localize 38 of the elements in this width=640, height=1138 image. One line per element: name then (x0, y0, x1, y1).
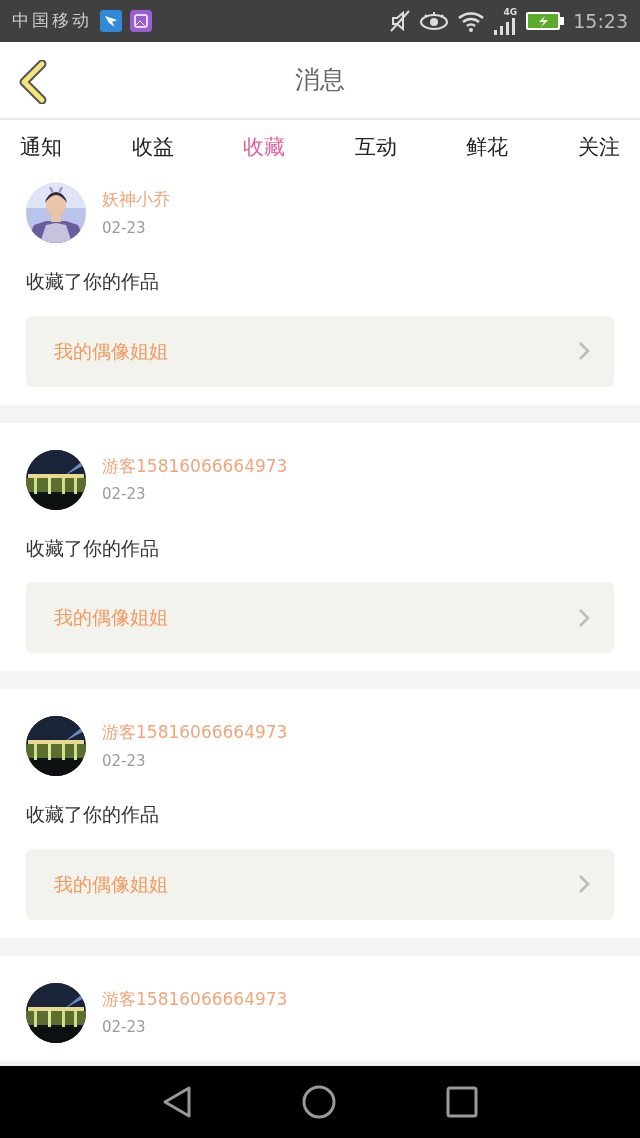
clock-time: 15:23 (573, 8, 628, 34)
battery-icon (525, 11, 566, 31)
mute-icon (389, 9, 412, 33)
tab[interactable]: 通知 (8, 124, 74, 174)
tab[interactable]: 收益 (119, 124, 186, 174)
tab[interactable]: 互动 (342, 124, 409, 174)
back-icon[interactable] (162, 1085, 192, 1119)
carrier-name: 中国移动 (12, 9, 92, 33)
work-link[interactable]: 我的偶像姐姐 (26, 315, 614, 387)
page-title: 消息 (295, 64, 345, 97)
user-name[interactable]: 游客15816066664973 (102, 453, 288, 479)
back-icon[interactable] (18, 60, 48, 104)
user-name[interactable]: 游客15816066664973 (102, 986, 288, 1012)
user-name[interactable]: 妖神小乔 (102, 187, 170, 213)
message-date: 02-23 (102, 1017, 147, 1038)
recent-apps-icon[interactable] (446, 1086, 478, 1118)
network-label: 4G (503, 7, 518, 17)
message-text: 收藏了你的作品 (26, 802, 160, 827)
tab[interactable]: 关注 (565, 124, 632, 174)
signal-icon (493, 16, 518, 35)
home-icon[interactable] (302, 1085, 336, 1119)
app-icon (100, 10, 122, 32)
tab[interactable]: 鲜花 (454, 124, 521, 174)
tab[interactable]: 收藏 (231, 124, 298, 174)
work-link[interactable]: 我的偶像姐姐 (26, 848, 614, 920)
work-link[interactable]: 我的偶像姐姐 (26, 582, 614, 653)
chevron-right-icon (578, 874, 590, 894)
chevron-right-icon (578, 607, 590, 628)
message-date: 02-23 (102, 750, 147, 772)
message-text: 收藏了你的作品 (26, 269, 160, 294)
chevron-right-icon (578, 341, 590, 361)
message-date: 02-23 (102, 484, 147, 505)
wifi-icon (457, 10, 486, 32)
message-date: 02-23 (102, 217, 147, 239)
gallery-icon (130, 10, 152, 32)
message-text: 收藏了你的作品 (26, 535, 160, 561)
user-name[interactable]: 游客15816066664973 (102, 720, 288, 746)
eye-icon (419, 11, 450, 31)
